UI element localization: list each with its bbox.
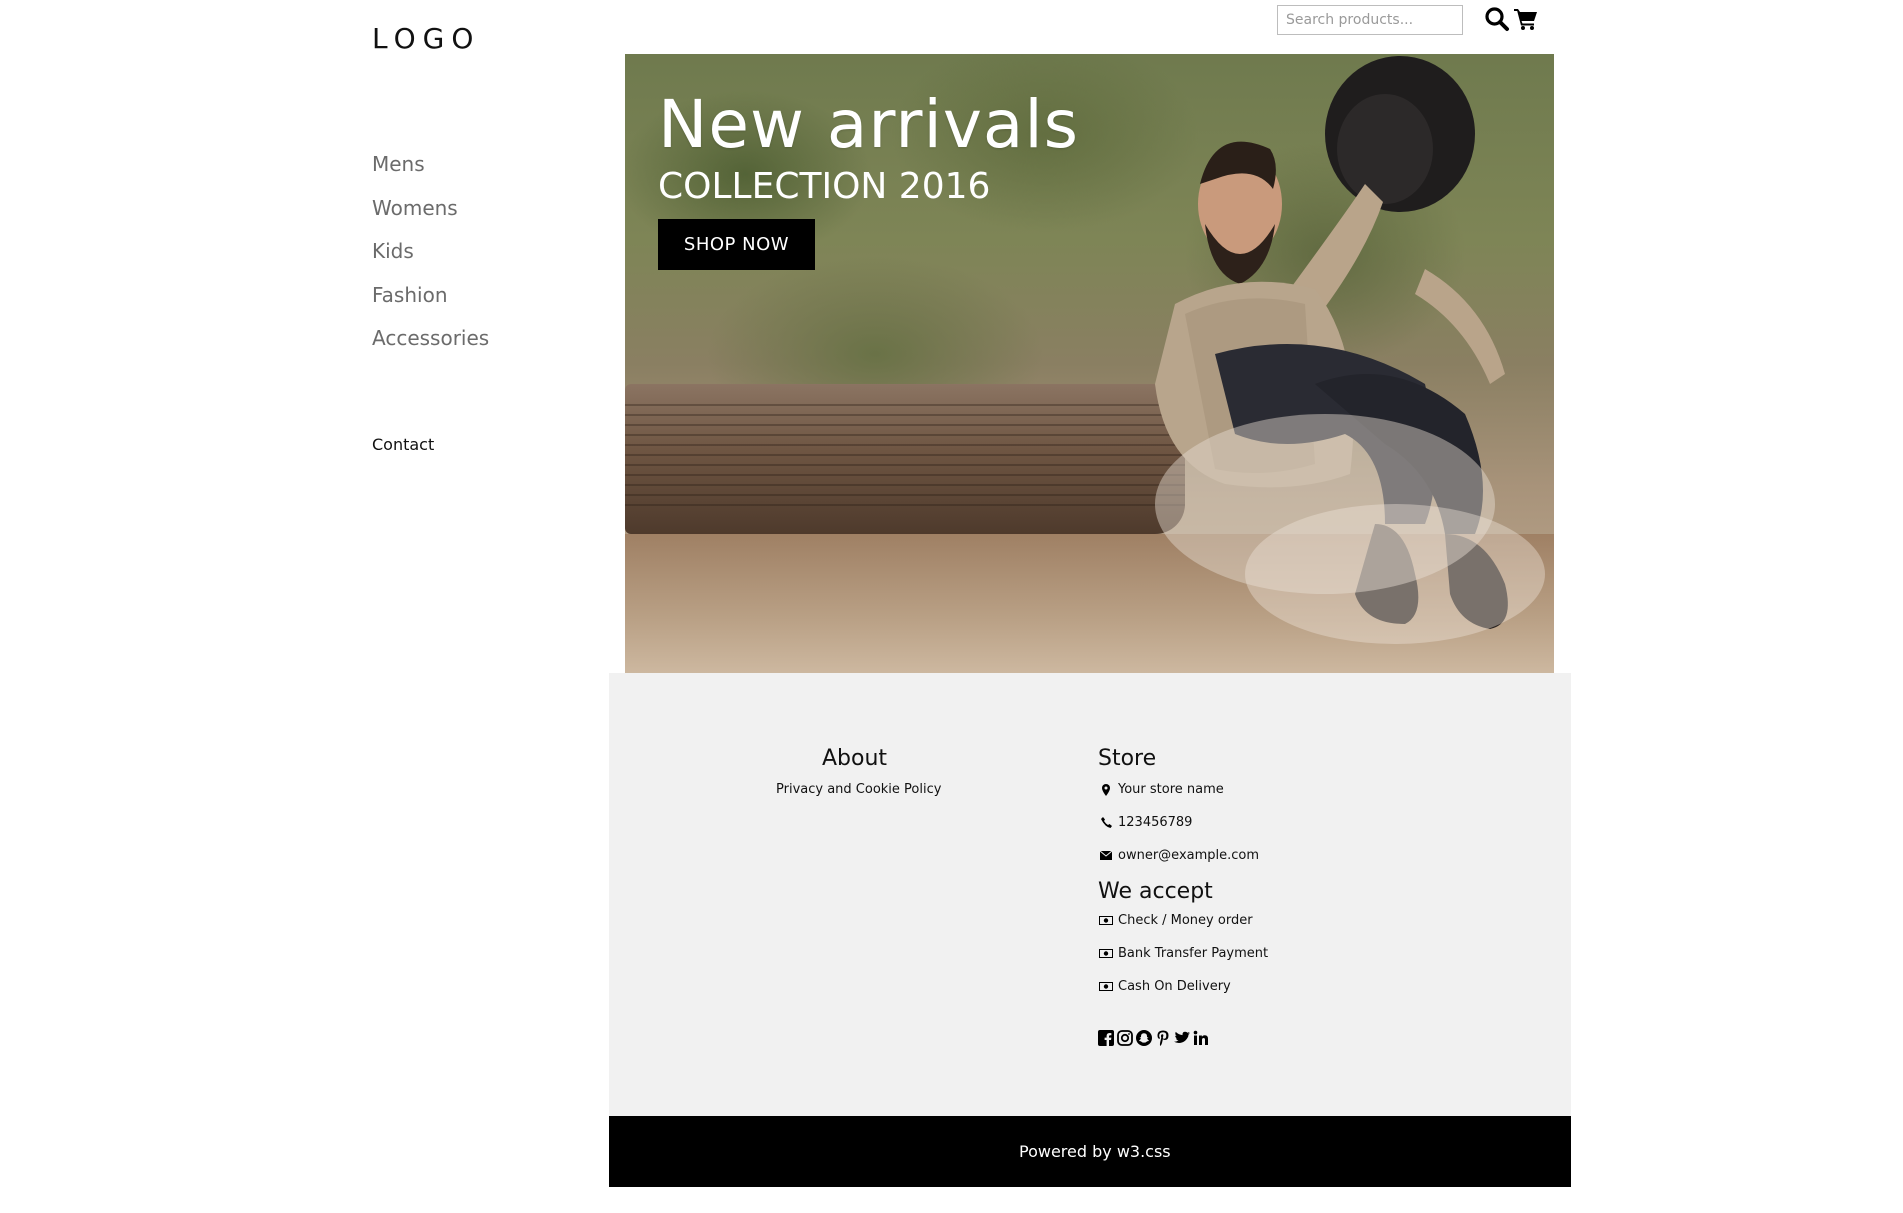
hero-title: New arrivals [658,86,1080,163]
sidebar-item-fashion[interactable]: Fashion [372,283,489,327]
facebook-icon[interactable] [1098,1030,1114,1046]
hero-model-figure [1155,56,1545,644]
store-email-line: owner@example.com [1098,848,1259,863]
logo[interactable]: LOGO [372,22,480,55]
powered-by-text[interactable]: Powered by w3.css [1019,1142,1171,1161]
linkedin-icon[interactable] [1193,1030,1209,1046]
cart-icon[interactable] [1513,7,1539,31]
we-accept-heading: We accept [1098,879,1213,904]
contact-link[interactable]: Contact [372,435,434,454]
twitter-icon[interactable] [1174,1030,1190,1046]
pinterest-icon[interactable] [1155,1030,1171,1046]
money-icon [1098,949,1114,958]
store-email-text[interactable]: owner@example.com [1118,848,1259,863]
instagram-icon[interactable] [1117,1030,1133,1046]
envelope-icon [1098,851,1114,860]
money-icon [1098,982,1114,991]
payment-bank-line: Bank Transfer Payment [1098,946,1268,961]
privacy-policy-link[interactable]: Privacy and Cookie Policy [776,782,941,797]
payment-check-line: Check / Money order [1098,913,1253,928]
snapchat-icon[interactable] [1136,1030,1152,1046]
store-name-text: Your store name [1118,782,1224,797]
sidebar-item-womens[interactable]: Womens [372,196,489,240]
store-name-line: Your store name [1098,782,1224,797]
phone-icon [1098,817,1114,828]
payment-bank-text: Bank Transfer Payment [1118,946,1269,961]
footer [609,673,1571,1116]
hero-subtitle: COLLECTION 2016 [658,166,991,207]
about-heading: About [822,746,888,771]
sidebar-item-kids[interactable]: Kids [372,239,489,283]
sidebar-item-mens[interactable]: Mens [372,152,489,196]
money-icon [1098,916,1114,925]
sidebar-item-accessories[interactable]: Accessories [372,326,489,370]
payment-cod-line: Cash On Delivery [1098,979,1231,994]
payment-check-text: Check / Money order [1118,913,1253,928]
shop-now-button[interactable]: SHOP NOW [658,219,815,270]
store-phone-line: 123456789 [1098,815,1192,830]
store-heading: Store [1098,746,1157,771]
store-phone-text: 123456789 [1118,815,1193,830]
sidebar-nav: Mens Womens Kids Fashion Accessories [372,152,489,370]
social-links [1098,1030,1209,1046]
payment-cod-text: Cash On Delivery [1118,979,1231,994]
search-icon[interactable] [1484,6,1510,32]
search-input[interactable] [1277,5,1463,35]
map-marker-icon [1098,783,1114,796]
search-bar [1277,5,1463,35]
